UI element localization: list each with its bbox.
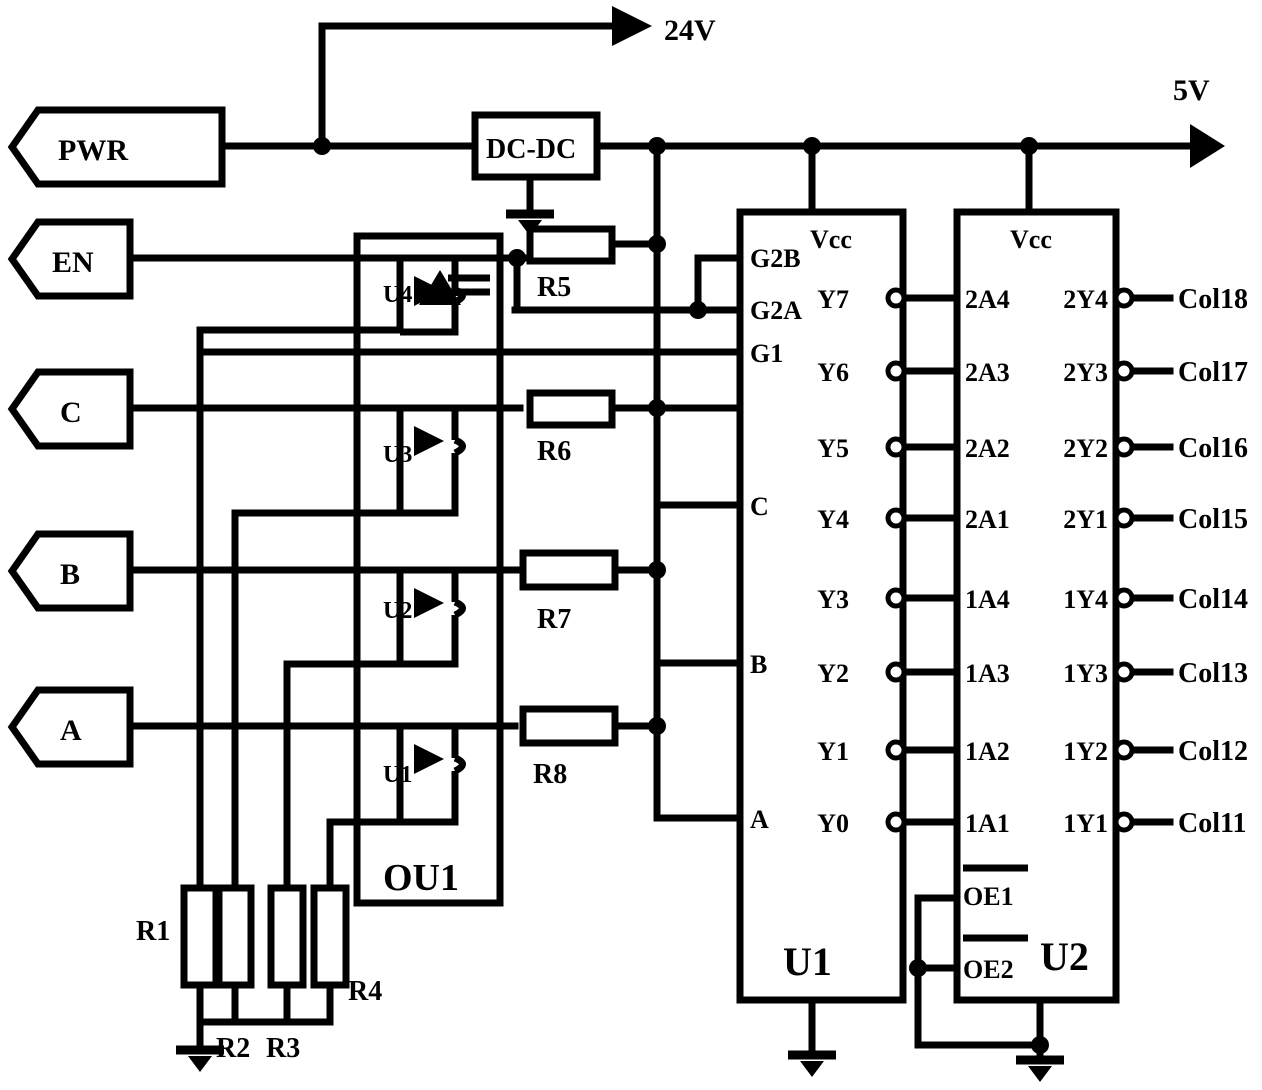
u1-vcc-label: Vcc xyxy=(810,225,852,254)
dot-en-node xyxy=(508,249,526,267)
r2-body xyxy=(215,884,255,989)
u2-ref-label: U2 xyxy=(1040,934,1089,979)
dcdc-label: DC-DC xyxy=(486,134,576,165)
u1-pin-y3: Y3 xyxy=(817,585,849,614)
ic-u2[interactable]: U2 Vcc 2A4 2A3 2A2 2A1 1A4 1A3 1A2 1A1 2… xyxy=(953,208,1120,1004)
dot-pwr-24v xyxy=(313,137,331,155)
col-label-17: Col17 xyxy=(1178,357,1248,388)
dot-5v-u1 xyxy=(803,137,821,155)
r8-label: R8 xyxy=(533,759,567,790)
r1-label: R1 xyxy=(136,916,170,947)
schematic-canvas: 24V 5V PWR EN C B A DC-DC OU1 U4 U3 U2 U… xyxy=(0,0,1262,1090)
u2-pin-1y3: 1Y3 xyxy=(1063,659,1108,688)
u2-pin-1a3: 1A3 xyxy=(965,659,1010,688)
u1-ref-label: U1 xyxy=(783,939,832,984)
connector-c[interactable]: C xyxy=(7,368,134,450)
dot-a-node xyxy=(648,717,666,735)
u1-pin-c: C xyxy=(750,492,769,521)
ou1-label: OU1 xyxy=(383,857,459,899)
label-5v: 5V xyxy=(1173,74,1210,107)
u1-pin-b: B xyxy=(750,650,767,679)
col-label-13: Col13 xyxy=(1178,658,1248,689)
r7-label: R7 xyxy=(537,604,571,635)
col-label-18: Col18 xyxy=(1178,284,1248,315)
r8-body xyxy=(519,705,619,747)
u1-pin-y7: Y7 xyxy=(817,285,849,314)
u1-pin-y1: Y1 xyxy=(817,737,849,766)
opto-channel-2: U3 xyxy=(383,442,412,468)
dot-g2a-node xyxy=(689,301,707,319)
dot-5v-u2 xyxy=(1020,137,1038,155)
r5-body xyxy=(526,225,616,265)
r1-body xyxy=(180,884,220,989)
opto-channel-2-label: U3 xyxy=(383,442,412,468)
u2-pin-1a2: 1A2 xyxy=(965,737,1010,766)
r5-label: R5 xyxy=(537,272,571,303)
dot-u2-gnd-node xyxy=(1031,1036,1049,1054)
u2-pin-1y1: 1Y1 xyxy=(1063,809,1108,838)
u1-pin-g2b: G2B xyxy=(750,244,801,273)
u2-pin-1y2: 1Y2 xyxy=(1063,737,1108,766)
col-label-15: Col15 xyxy=(1178,504,1248,535)
connector-c-label: C xyxy=(60,396,82,429)
connector-pwr[interactable]: PWR xyxy=(7,106,226,188)
u1-pin-a: A xyxy=(750,805,769,834)
u2-pin-oe2: OE2 xyxy=(963,955,1014,984)
u2-pin-2a3: 2A3 xyxy=(965,358,1010,387)
u2-pin-2y1: 2Y1 xyxy=(1063,505,1108,534)
u2-pin-1y4: 1Y4 xyxy=(1063,585,1108,614)
dot-c-node xyxy=(648,399,666,417)
u1-pin-g2a: G2A xyxy=(750,296,802,325)
u1-pin-y0: Y0 xyxy=(817,809,849,838)
r3-label: R3 xyxy=(266,1033,300,1064)
resistor-r3: R3 xyxy=(266,884,307,1064)
connector-pwr-label: PWR xyxy=(58,134,128,167)
u2-pin-2a1: 2A1 xyxy=(965,505,1010,534)
circuit-schematic: 24V 5V PWR EN C B A DC-DC OU1 U4 U3 U2 U… xyxy=(0,0,1262,1090)
u2-vcc-label: Vcc xyxy=(1010,225,1052,254)
r4-body xyxy=(310,884,350,989)
r4-label: R4 xyxy=(348,976,382,1007)
opto-channel-1-label: U4 xyxy=(383,282,412,308)
r6-label: R6 xyxy=(537,436,571,467)
opto-channel-3: U2 xyxy=(383,598,412,624)
u1-pin-y5: Y5 xyxy=(817,434,849,463)
u2-pin-2y2: 2Y2 xyxy=(1063,434,1108,463)
connector-a-label: A xyxy=(60,714,82,747)
col-label-16: Col16 xyxy=(1178,433,1248,464)
dot-5v-mid xyxy=(648,137,666,155)
u1-pin-y6: Y6 xyxy=(817,358,849,387)
u2-pin-2a4: 2A4 xyxy=(965,285,1010,314)
col-label-14: Col14 xyxy=(1178,584,1248,615)
dot-oe-node xyxy=(909,959,927,977)
connector-en[interactable]: EN xyxy=(7,218,134,300)
u2-pin-oe1: OE1 xyxy=(963,882,1014,911)
u1-pin-y2: Y2 xyxy=(817,659,849,688)
dcdc-converter[interactable]: DC-DC xyxy=(471,111,601,181)
resistor-r2: R2 xyxy=(215,884,255,1064)
u1-pin-y4: Y4 xyxy=(817,505,849,534)
ic-u1[interactable]: U1 Vcc G2B G2A G1 C B A Y7 Y6 Y5 Y4 Y3 Y… xyxy=(736,208,907,1004)
connector-a[interactable]: A xyxy=(7,686,134,768)
connector-en-label: EN xyxy=(52,246,94,279)
label-24v: 24V xyxy=(664,14,716,47)
u2-pin-2y4: 2Y4 xyxy=(1063,285,1108,314)
u2-pin-2y3: 2Y3 xyxy=(1063,358,1108,387)
opto-channel-4-label: U1 xyxy=(383,762,412,788)
opto-channel-3-label: U2 xyxy=(383,598,412,624)
col-label-12: Col12 xyxy=(1178,736,1248,767)
dot-b-node xyxy=(648,561,666,579)
connector-b[interactable]: B xyxy=(7,530,134,612)
u2-pin-1a1: 1A1 xyxy=(965,809,1010,838)
col-label-11: Col11 xyxy=(1178,808,1246,839)
opto-channel-4: U1 xyxy=(383,762,412,788)
u2-pin-1a4: 1A4 xyxy=(965,585,1010,614)
r7-body xyxy=(519,549,619,591)
dot-r5-right xyxy=(648,235,666,253)
r3-body xyxy=(267,884,307,989)
u2-pin-2a2: 2A2 xyxy=(965,434,1010,463)
connector-b-label: B xyxy=(60,558,80,591)
r6-body xyxy=(526,389,616,429)
u1-pin-g1: G1 xyxy=(750,339,783,368)
